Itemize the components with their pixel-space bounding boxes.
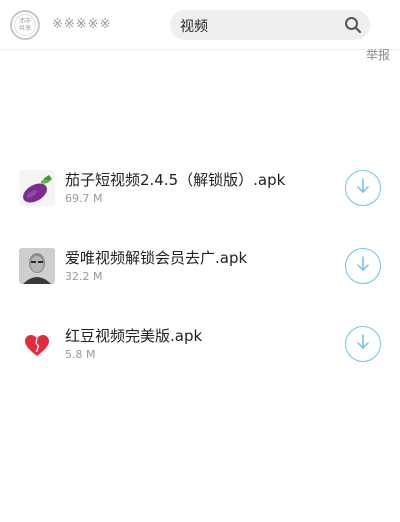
file-list-item[interactable]: 茄子短视频2.4.5（解锁版）.apk 69.7 M [0,158,400,218]
download-icon [354,177,372,199]
report-link[interactable]: 举报 [366,46,390,63]
download-button[interactable] [345,248,381,284]
eggplant-icon [19,170,55,206]
heart-icon [19,326,55,362]
logo-badge: 沛市 共享 [14,14,36,36]
file-size: 32.2 M [65,270,103,283]
download-button[interactable] [345,170,381,206]
file-size: 5.8 M [65,348,96,361]
file-name[interactable]: 茄子短视频2.4.5（解锁版）.apk [65,169,285,190]
download-icon [354,333,372,355]
logo-text-line1: 沛市 [18,18,31,25]
download-icon [354,255,372,277]
portrait-icon [19,248,55,284]
search-icon[interactable] [344,16,362,34]
file-list-item[interactable]: 爱唯视频解锁会员去广.apk 32.2 M [0,236,400,296]
site-name: ※※※※※ [52,17,112,32]
search-box[interactable]: 视频 [170,10,370,40]
top-bar: 沛市 共享 ※※※※※ 视频 [0,0,400,50]
search-input[interactable]: 视频 [180,16,208,36]
file-list-item[interactable]: 红豆视频完美版.apk 5.8 M [0,314,400,374]
file-size: 69.7 M [65,192,103,205]
download-button[interactable] [345,326,381,362]
site-logo[interactable]: 沛市 共享 [10,10,40,40]
file-name[interactable]: 红豆视频完美版.apk [65,325,202,346]
logo-text-line2: 共享 [18,25,31,32]
file-name[interactable]: 爱唯视频解锁会员去广.apk [65,247,247,268]
